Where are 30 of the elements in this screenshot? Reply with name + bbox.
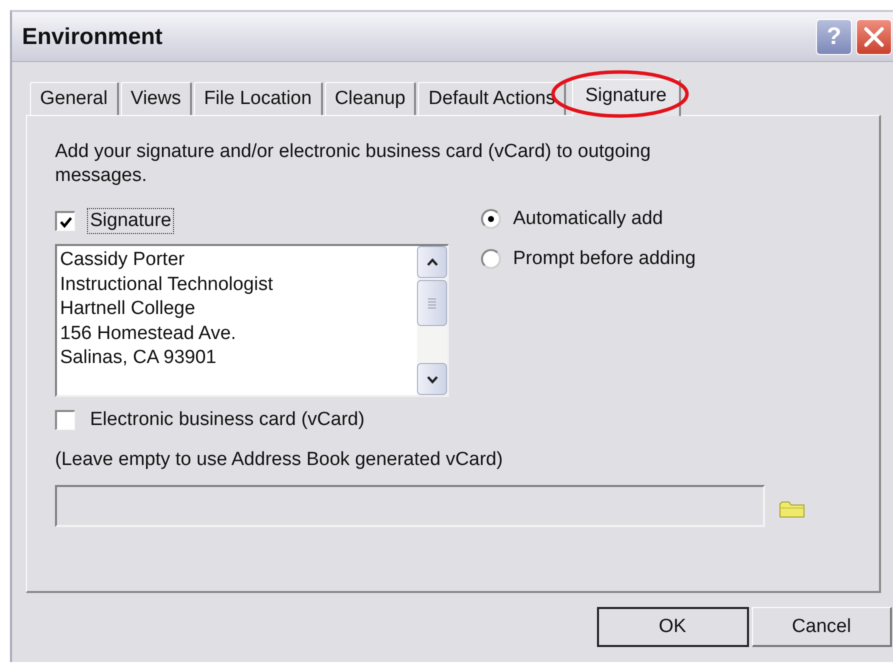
chevron-up-icon	[424, 256, 440, 268]
tab[interactable]: Cleanup	[324, 82, 416, 115]
checkbox[interactable]	[55, 211, 75, 231]
checkbox-label[interactable]: Signature	[87, 208, 174, 234]
close-button[interactable]	[856, 18, 892, 54]
dialog-button[interactable]: OK	[597, 607, 749, 647]
folder-icon	[779, 499, 805, 519]
window-title: Environment	[22, 23, 163, 50]
scroll-down-button[interactable]	[417, 363, 447, 395]
tab[interactable]: File Location	[194, 82, 323, 115]
hint-text: (Leave empty to use Address Book generated vCard)	[55, 449, 504, 471]
signature-field[interactable]: Cassidy Porter Instructional Technologist Hartnell College 156 Homestead Ave. Salinas, CA 93901	[55, 244, 449, 397]
tab[interactable]: Views	[120, 82, 192, 115]
scroll-up-button[interactable]	[417, 246, 447, 278]
tab[interactable]: Default Actions	[418, 82, 566, 115]
dialog-button[interactable]: Cancel	[752, 607, 892, 647]
close-icon	[862, 24, 886, 48]
tab[interactable]: General	[30, 82, 119, 115]
description-text: Add your signature and/or electronic business card (vCard) to outgoing messages.	[55, 140, 652, 188]
radio-label[interactable]: Automatically add	[513, 208, 663, 230]
radio-label[interactable]: Prompt before adding	[513, 248, 696, 270]
radio-button[interactable]	[481, 209, 501, 229]
radio-button[interactable]	[481, 249, 501, 269]
signature-text: Cassidy Porter Instructional Technologist Hartnell College 156 Homestead Ave. Salinas, CA 93901	[59, 248, 274, 370]
checkmark-icon	[58, 214, 72, 228]
browse-button[interactable]	[779, 499, 805, 519]
scrollbar[interactable]	[417, 246, 447, 395]
scroll-thumb[interactable]	[417, 280, 447, 326]
grip-icon	[427, 298, 437, 308]
tab[interactable]: Signature	[572, 79, 681, 116]
